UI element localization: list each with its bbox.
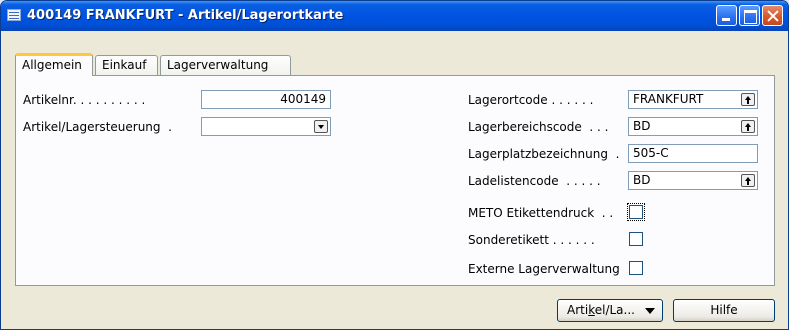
- ladelistencode-field[interactable]: BD: [628, 171, 758, 190]
- externe-lagerverwaltung-label: Externe Lagerverwaltung: [468, 262, 620, 276]
- artikel-lagerortkarte-window: 400149 FRANKFURT - Artikel/Lagerortkarte…: [0, 0, 789, 330]
- artikelnr-field[interactable]: 400149: [201, 90, 331, 109]
- lookup-arrow-icon[interactable]: [741, 174, 755, 187]
- window-title: 400149 FRANKFURT - Artikel/Lagerortkarte: [27, 8, 344, 23]
- maximize-button[interactable]: [739, 5, 760, 26]
- dropdown-arrow-icon[interactable]: [314, 120, 328, 133]
- lagerplatzbezeichnung-field[interactable]: 505-C: [628, 144, 758, 163]
- lagerbereichscode-label: Lagerbereichscode . . .: [468, 120, 609, 134]
- title-bar[interactable]: 400149 FRANKFURT - Artikel/Lagerortkarte: [1, 1, 788, 31]
- tab-allgemein[interactable]: Allgemein: [15, 53, 93, 76]
- lookup-arrow-icon[interactable]: [741, 93, 755, 106]
- artikel-button-label-end: el/La...: [594, 303, 635, 317]
- artikel-button-label-start: Arti: [567, 303, 589, 317]
- lagerortcode-field[interactable]: FRANKFURT: [628, 90, 758, 109]
- close-button[interactable]: [762, 5, 783, 26]
- lookup-arrow-icon[interactable]: [741, 120, 755, 133]
- lagerplatzbezeichnung-label: Lagerplatzbezeichnung .: [468, 147, 620, 161]
- lagerortcode-label: Lagerortcode . . . . . .: [468, 93, 594, 107]
- artikel-lagerort-menu-button[interactable]: Artikel/La...: [557, 299, 663, 322]
- lagerbereichscode-field[interactable]: BD: [628, 117, 758, 136]
- tab-einkauf[interactable]: Einkauf: [95, 55, 158, 75]
- meto-etikettendruck-label: METO Etikettendruck . .: [468, 206, 614, 220]
- minimize-button[interactable]: [716, 5, 737, 26]
- chevron-down-icon: [645, 308, 655, 314]
- ladelistencode-value: BD: [633, 173, 651, 187]
- artikel-lagersteuerung-label: Artikel/Lagersteuerung .: [23, 120, 172, 134]
- tab-lagerverwaltung[interactable]: Lagerverwaltung: [160, 55, 291, 75]
- sonderetikett-label: Sonderetikett . . . . . .: [468, 233, 595, 247]
- hilfe-button[interactable]: Hilfe: [673, 299, 775, 322]
- externe-lagerverwaltung-checkbox[interactable]: [629, 261, 643, 275]
- sonderetikett-checkbox[interactable]: [629, 232, 643, 246]
- lagerortcode-value: FRANKFURT: [633, 92, 704, 106]
- meto-etikettendruck-checkbox[interactable]: [627, 203, 645, 221]
- artikel-lagersteuerung-dropdown[interactable]: [201, 117, 331, 136]
- ladelistencode-label: Ladelistencode . . . . .: [468, 174, 601, 188]
- window-icon: [7, 9, 21, 21]
- lagerbereichscode-value: BD: [633, 119, 651, 133]
- tab-panel-allgemein: Artikelnr. . . . . . . . . . 400149 Arti…: [15, 75, 775, 286]
- artikelnr-label: Artikelnr. . . . . . . . . .: [23, 93, 146, 107]
